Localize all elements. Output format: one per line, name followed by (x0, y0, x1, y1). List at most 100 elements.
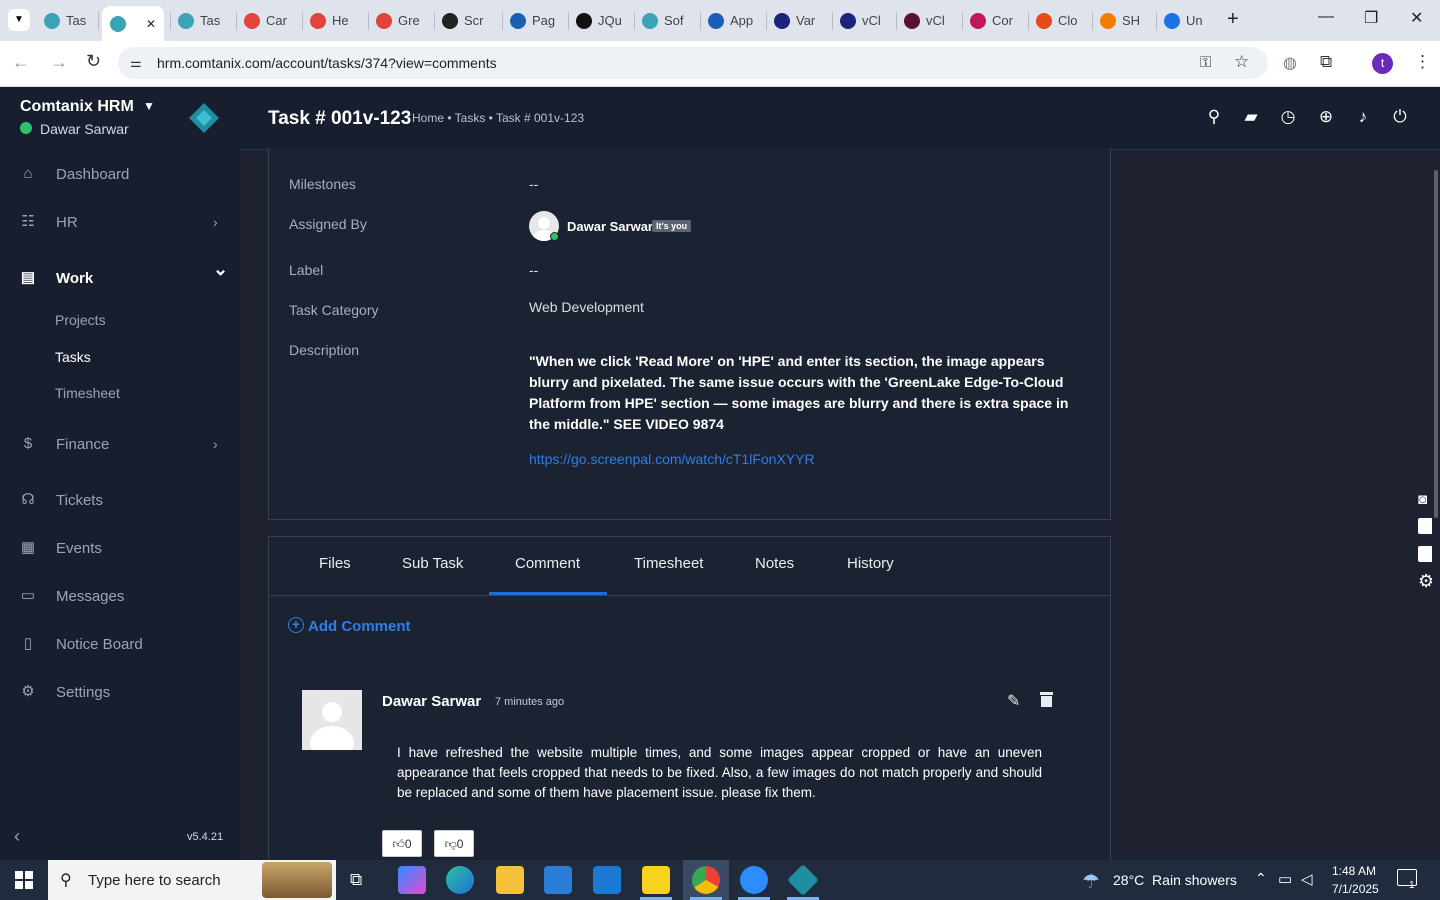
browser-tab[interactable]: vCl (904, 8, 945, 33)
browser-tab[interactable]: Tas (178, 8, 220, 33)
chevron-right-icon: › (213, 214, 218, 230)
add-comment-button[interactable]: Add Comment (308, 618, 411, 635)
sidebar-subitem-projects[interactable]: Projects (55, 312, 106, 328)
network-icon[interactable]: ▭ (1278, 870, 1292, 888)
browser-tab[interactable]: ✕ (102, 6, 165, 41)
copilot-icon[interactable] (398, 866, 426, 894)
clock-date[interactable]: 7/1/2025 (1332, 882, 1379, 896)
collapse-sidebar-icon[interactable]: ‹ (14, 826, 20, 847)
breadcrumb[interactable]: Home • Tasks • Task # 001v-123 (412, 111, 584, 125)
sidebar-item-work[interactable]: ▤ Work ⌄ (0, 259, 240, 293)
browser-tab[interactable]: He (310, 8, 349, 33)
tab-separator (170, 12, 171, 30)
sidebar-item-dashboard[interactable]: ⌂ Dashboard (0, 159, 240, 189)
forward-icon[interactable]: → (50, 52, 68, 73)
dislike-button[interactable]: 👎︎0 (434, 830, 474, 857)
page-scrollbar[interactable] (1432, 150, 1440, 860)
extensions-icon[interactable]: ⧉ (1320, 52, 1332, 72)
close-window-icon[interactable]: ✕ (1410, 8, 1423, 28)
browser-tab[interactable]: Var (774, 8, 815, 33)
site-info-icon[interactable]: ⚌ (130, 55, 142, 71)
maximize-icon[interactable]: ❐ (1364, 8, 1378, 28)
password-key-icon[interactable]: ⚿ (1200, 54, 1211, 71)
sticky-note-icon[interactable]: ▰ (1242, 108, 1260, 126)
delete-icon[interactable] (1040, 692, 1053, 707)
browser-tab[interactable]: Tas (44, 8, 86, 33)
reload-icon[interactable]: ↻ (86, 51, 101, 72)
power-icon[interactable]: ⏻ (1391, 108, 1409, 126)
browser-tab[interactable]: vCl (840, 8, 881, 33)
bookmark-star-icon[interactable]: ☆ (1234, 52, 1249, 72)
sidebar-item-events[interactable]: ▦ Events (0, 533, 240, 563)
scrollbar-thumb[interactable] (1434, 170, 1438, 518)
zoom-icon[interactable] (740, 866, 768, 894)
edge-icon[interactable] (446, 866, 474, 894)
tab-timesheet[interactable]: Timesheet (634, 555, 703, 572)
browser-tab[interactable]: Sof (642, 8, 684, 33)
tab-separator (1156, 12, 1157, 30)
browser-tab[interactable]: Gre (376, 8, 420, 33)
tab-history[interactable]: History (847, 555, 894, 572)
comment-author[interactable]: Dawar Sarwar (382, 693, 481, 710)
tab-separator (236, 12, 237, 30)
chrome-icon[interactable] (692, 866, 720, 894)
tab-comment[interactable]: Comment (515, 555, 580, 572)
browser-tab[interactable]: Cor (970, 8, 1013, 33)
bell-icon[interactable]: ♪ (1354, 108, 1372, 126)
browser-tab[interactable]: Un (1164, 8, 1203, 33)
browser-tab[interactable]: Pag (510, 8, 555, 33)
browser-tab[interactable]: Scr (442, 8, 484, 33)
new-tab-button[interactable]: + (1227, 8, 1239, 31)
tab-title: Un (1186, 13, 1203, 28)
company-name[interactable]: Comtanix HRM (20, 98, 134, 116)
translate-icon[interactable]: ◍ (1283, 53, 1297, 73)
sidebar-subitem-tasks[interactable]: Tasks (55, 349, 91, 365)
tab-notes[interactable]: Notes (755, 555, 794, 572)
sidebar-item-notice-board[interactable]: ▯ Notice Board (0, 629, 240, 659)
chevron-down-icon[interactable]: ▼ (143, 99, 155, 113)
tray-chevron-icon[interactable]: ⌃ (1255, 870, 1267, 887)
sticky-notes-icon[interactable] (642, 866, 670, 894)
windows-start-icon[interactable] (15, 871, 33, 889)
description-link[interactable]: https://go.screenpal.com/watch/cT1lFonXY… (529, 451, 815, 467)
assigned-by-name[interactable]: Dawar Sarwar (567, 219, 653, 234)
tab-search-button[interactable]: ▼ (8, 9, 30, 31)
weather-text[interactable]: 28°C Rain showers (1113, 872, 1237, 888)
sidebar-item-hr[interactable]: ☷ HR › (0, 207, 240, 237)
browser-tab[interactable]: SH (1100, 8, 1140, 33)
chrome-menu-icon[interactable]: ⋮ (1414, 52, 1431, 72)
tab-files[interactable]: Files (319, 555, 351, 572)
clock-icon[interactable]: ◷ (1279, 108, 1297, 126)
store-icon[interactable] (544, 866, 572, 894)
url-text[interactable]: hrm.comtanix.com/account/tasks/374?view=… (157, 55, 497, 71)
minimize-icon[interactable]: — (1318, 8, 1334, 26)
sidebar-item-messages[interactable]: ▭ Messages (0, 581, 240, 611)
volume-icon[interactable]: ◁ (1301, 870, 1313, 888)
search-icon[interactable]: ⚲ (1205, 108, 1223, 126)
add-circle-icon[interactable]: ⊕ (1317, 108, 1335, 126)
app-logo-icon[interactable] (188, 102, 220, 134)
profile-avatar[interactable]: t (1372, 53, 1393, 74)
sidebar-item-tickets[interactable]: ☊ Tickets (0, 485, 240, 515)
browser-tab[interactable]: Car (244, 8, 287, 33)
tab-close-icon[interactable]: ✕ (146, 17, 156, 31)
taskbar-search-placeholder[interactable]: Type here to search (88, 872, 221, 889)
browser-tab[interactable]: Clo (1036, 8, 1078, 33)
sidebar-subitem-timesheet[interactable]: Timesheet (55, 385, 120, 401)
like-button[interactable]: 👍︎0 (382, 830, 422, 857)
tab-sub-task[interactable]: Sub Task (402, 555, 463, 572)
add-comment-icon[interactable]: + (288, 617, 304, 633)
tab-separator (896, 12, 897, 30)
task-view-icon[interactable]: ⧉ (350, 870, 362, 890)
sidebar-item-settings[interactable]: ⚙ Settings (0, 677, 240, 707)
weather-icon[interactable]: ☂ (1082, 869, 1100, 894)
sidebar-item-finance[interactable]: $ Finance › (0, 429, 240, 459)
mail-icon[interactable] (593, 866, 621, 894)
thumbs-up-icon: 👍︎ (392, 837, 405, 851)
browser-tab[interactable]: App (708, 8, 753, 33)
file-explorer-icon[interactable] (496, 866, 524, 894)
back-icon[interactable]: ← (12, 52, 30, 73)
browser-tab[interactable]: JQu (576, 8, 622, 33)
clock-time[interactable]: 1:48 AM (1332, 864, 1376, 878)
edit-icon[interactable]: ✎ (1007, 691, 1020, 711)
